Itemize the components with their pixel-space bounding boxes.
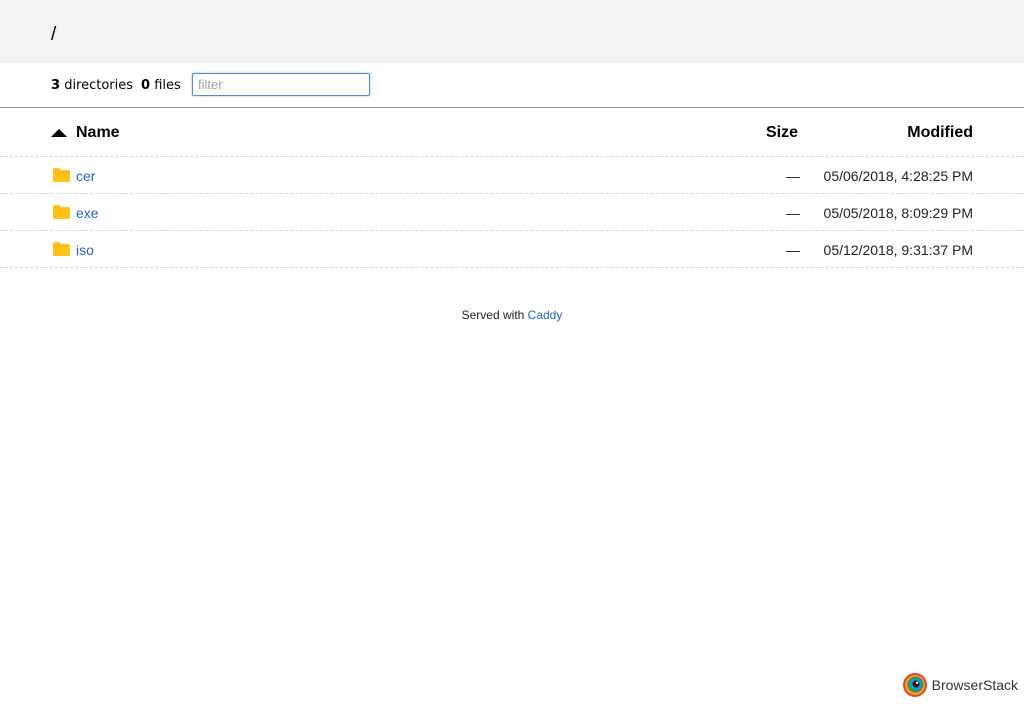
row-size: —: [786, 242, 800, 258]
footer-text: Served with: [461, 308, 525, 322]
row-name-link[interactable]: cer: [76, 168, 95, 184]
file-count-value: 0: [141, 78, 151, 93]
row-name-link[interactable]: exe: [76, 205, 99, 221]
listing-summary: 3 directories 0 files: [0, 63, 1024, 108]
row-size: —: [786, 205, 800, 221]
file-count: 0 files: [141, 78, 181, 93]
table-header: Name Size Modified: [0, 108, 1024, 157]
folder-icon[interactable]: [53, 168, 70, 182]
directory-count-value: 3: [51, 78, 61, 93]
column-header-modified[interactable]: Modified: [907, 124, 973, 142]
browserstack-badge: BrowserStack: [902, 672, 1018, 698]
browserstack-logo-icon: [902, 673, 927, 697]
row-modified: 05/06/2018, 4:28:25 PM: [823, 168, 973, 184]
row-modified: 05/12/2018, 9:31:37 PM: [823, 242, 973, 258]
browserstack-label: BrowserStack: [931, 677, 1018, 693]
breadcrumb[interactable]: /: [51, 24, 56, 46]
column-header-size[interactable]: Size: [766, 124, 798, 142]
row-modified: 05/05/2018, 8:09:29 PM: [823, 205, 973, 221]
directory-count: 3 directories: [51, 78, 133, 93]
sort-ascending-icon[interactable]: [51, 129, 67, 137]
column-header-name[interactable]: Name: [76, 124, 120, 142]
caddy-link[interactable]: Caddy: [528, 308, 563, 322]
table-row: iso — 05/12/2018, 9:31:37 PM: [0, 231, 1024, 268]
page-header: /: [0, 0, 1024, 63]
table-row: cer — 05/06/2018, 4:28:25 PM: [0, 157, 1024, 194]
directory-count-label: directories: [64, 78, 134, 93]
folder-icon[interactable]: [53, 205, 70, 219]
folder-icon[interactable]: [53, 242, 70, 256]
file-count-label: files: [154, 78, 181, 93]
row-name-link[interactable]: iso: [76, 242, 94, 258]
table-row: exe — 05/05/2018, 8:09:29 PM: [0, 194, 1024, 231]
page-footer: Served with Caddy: [0, 308, 1024, 322]
filter-input[interactable]: [192, 73, 370, 96]
row-size: —: [786, 168, 800, 184]
